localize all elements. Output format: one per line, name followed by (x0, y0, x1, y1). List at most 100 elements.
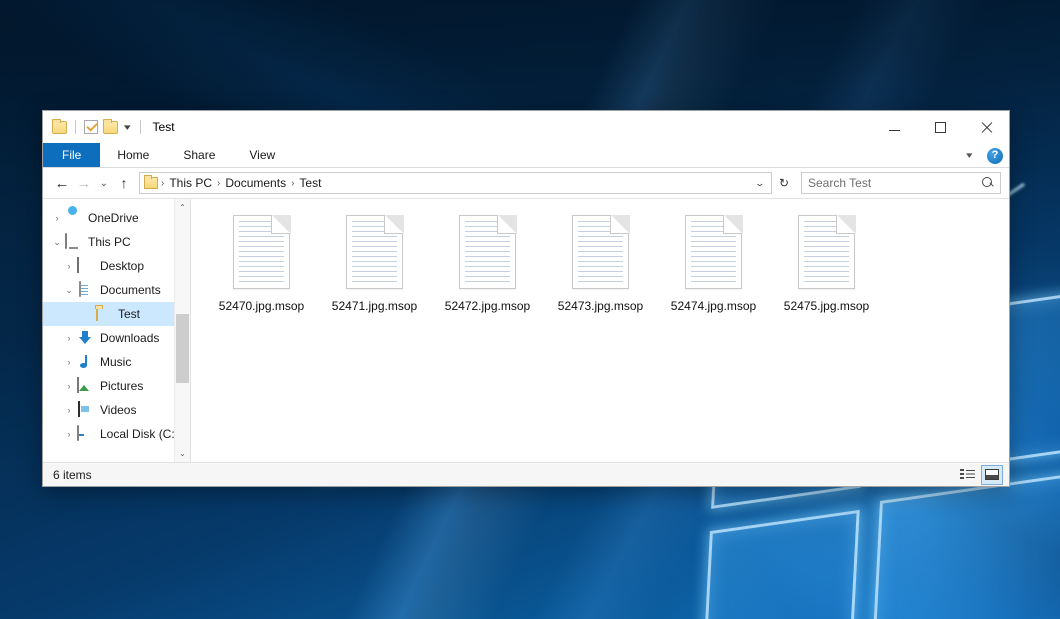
sidebar-item-test[interactable]: Test (43, 302, 190, 326)
generic-document-icon (572, 215, 629, 289)
maximize-icon (935, 122, 946, 133)
folder-icon[interactable] (52, 121, 67, 134)
sidebar-item-local-disk[interactable]: › Local Disk (C:) (43, 422, 190, 446)
ribbon-right-controls: ▾ ? (961, 143, 1003, 168)
page-fold-corner (610, 215, 629, 234)
breadcrumb-this-pc[interactable]: This PC (165, 174, 216, 192)
sidebar-item-videos[interactable]: › Videos (43, 398, 190, 422)
expander-icon[interactable]: ⌄ (49, 237, 65, 248)
file-item[interactable]: 52474.jpg.msop (657, 213, 770, 314)
file-item[interactable]: 52470.jpg.msop (205, 213, 318, 314)
properties-icon[interactable] (84, 120, 98, 134)
details-view-icon (960, 469, 975, 481)
explorer-body: › OneDrive ⌄ This PC › Desktop ⌄ (43, 198, 1009, 462)
file-item[interactable]: 52472.jpg.msop (431, 213, 544, 314)
sidebar-item-this-pc[interactable]: ⌄ This PC (43, 230, 190, 254)
sidebar-scrollbar[interactable]: ⌃ ⌄ (174, 199, 190, 462)
expander-icon[interactable]: › (61, 405, 77, 415)
item-count-label: 6 items (53, 468, 92, 482)
expander-icon[interactable]: ⌄ (61, 285, 77, 296)
file-name-label: 52475.jpg.msop (781, 298, 872, 314)
forward-button[interactable]: → (73, 171, 95, 195)
file-explorer-window: ▾ Test File Home Share View ▾ ? ← → (42, 110, 1010, 487)
back-button[interactable]: ← (51, 171, 73, 195)
generic-document-icon (685, 215, 742, 289)
tab-share[interactable]: Share (166, 143, 232, 167)
sidebar-item-downloads[interactable]: › Downloads (43, 326, 190, 350)
customize-chevron-icon[interactable]: ▾ (121, 123, 134, 132)
up-button[interactable]: ↑ (113, 171, 135, 195)
title-bar: ▾ Test (43, 111, 1009, 143)
expander-icon[interactable]: › (61, 333, 77, 343)
file-name-label: 52470.jpg.msop (216, 298, 307, 314)
desktop: ▾ Test File Home Share View ▾ ? ← → (0, 0, 1060, 619)
search-box[interactable]: Search Test (801, 172, 1001, 194)
tab-file[interactable]: File (43, 143, 100, 167)
file-name-label: 52474.jpg.msop (668, 298, 759, 314)
this-pc-icon (65, 234, 82, 250)
sidebar-item-label: Documents (100, 283, 161, 297)
expander-icon[interactable]: › (61, 357, 77, 367)
qat-separator-2 (140, 120, 141, 134)
sidebar-item-music[interactable]: › Music (43, 350, 190, 374)
page-fold-corner (723, 215, 742, 234)
document-lines-top (352, 221, 380, 238)
expand-ribbon-chevron-icon[interactable]: ▾ (958, 150, 981, 161)
file-item[interactable]: 52473.jpg.msop (544, 213, 657, 314)
sidebar-item-label: Test (118, 307, 140, 321)
tab-home[interactable]: Home (100, 143, 166, 167)
tab-view[interactable]: View (232, 143, 292, 167)
quick-access-toolbar: ▾ Test (43, 120, 175, 134)
sidebar-item-label: Pictures (100, 379, 143, 393)
sidebar-item-pictures[interactable]: › Pictures (43, 374, 190, 398)
generic-document-icon (798, 215, 855, 289)
page-fold-corner (384, 215, 403, 234)
help-icon[interactable]: ? (987, 148, 1003, 164)
logo-pane-bottom-right (872, 471, 1060, 619)
expander-icon[interactable]: › (61, 381, 77, 391)
breadcrumb-documents[interactable]: Documents (221, 174, 290, 192)
maximize-button[interactable] (917, 111, 963, 143)
file-name-label: 52471.jpg.msop (329, 298, 420, 314)
sidebar-item-label: Desktop (100, 259, 144, 273)
onedrive-icon (65, 210, 82, 226)
refresh-icon[interactable]: ↻ (772, 176, 796, 190)
page-fold-corner (271, 215, 290, 234)
file-item[interactable]: 52471.jpg.msop (318, 213, 431, 314)
sidebar-item-desktop[interactable]: › Desktop (43, 254, 190, 278)
sidebar-item-documents[interactable]: ⌄ Documents (43, 278, 190, 302)
file-grid: 52470.jpg.msop 52471.jpg.msop (205, 213, 1009, 314)
close-icon (980, 121, 993, 134)
breadcrumb-folder-icon (144, 177, 158, 189)
window-controls (871, 111, 1009, 143)
details-view-button[interactable] (956, 465, 978, 485)
scroll-up-arrow-icon[interactable]: ⌃ (175, 199, 190, 216)
scroll-down-arrow-icon[interactable]: ⌄ (175, 445, 190, 462)
file-item[interactable]: 52475.jpg.msop (770, 213, 883, 314)
close-button[interactable] (963, 111, 1009, 143)
documents-icon (77, 282, 94, 298)
file-list-pane[interactable]: 52470.jpg.msop 52471.jpg.msop (191, 199, 1009, 462)
minimize-button[interactable] (871, 111, 917, 143)
recent-locations-chevron-icon[interactable]: ⌄ (95, 171, 113, 195)
search-input[interactable]: Search Test (808, 176, 982, 190)
expander-icon[interactable]: › (61, 429, 77, 439)
search-icon (982, 177, 994, 189)
qat-separator-1 (75, 120, 76, 134)
sidebar-item-label: Videos (100, 403, 136, 417)
document-lines-top (239, 221, 267, 238)
address-breadcrumb-bar[interactable]: › This PC › Documents › Test ⌄ (139, 172, 772, 194)
large-icons-view-button[interactable] (981, 465, 1003, 485)
breadcrumb-test[interactable]: Test (295, 174, 325, 192)
sidebar-item-label: Music (100, 355, 131, 369)
scrollbar-track[interactable] (175, 216, 190, 445)
address-dropdown-chevron-icon[interactable]: ⌄ (745, 178, 775, 189)
new-folder-icon[interactable] (103, 121, 118, 134)
disk-icon (77, 426, 94, 442)
expander-icon[interactable]: › (61, 261, 77, 271)
expander-icon[interactable]: › (49, 213, 65, 223)
scrollbar-thumb[interactable] (176, 314, 189, 383)
sidebar-item-onedrive[interactable]: › OneDrive (43, 206, 190, 230)
view-mode-buttons (956, 465, 1003, 485)
document-lines-top (465, 221, 493, 238)
